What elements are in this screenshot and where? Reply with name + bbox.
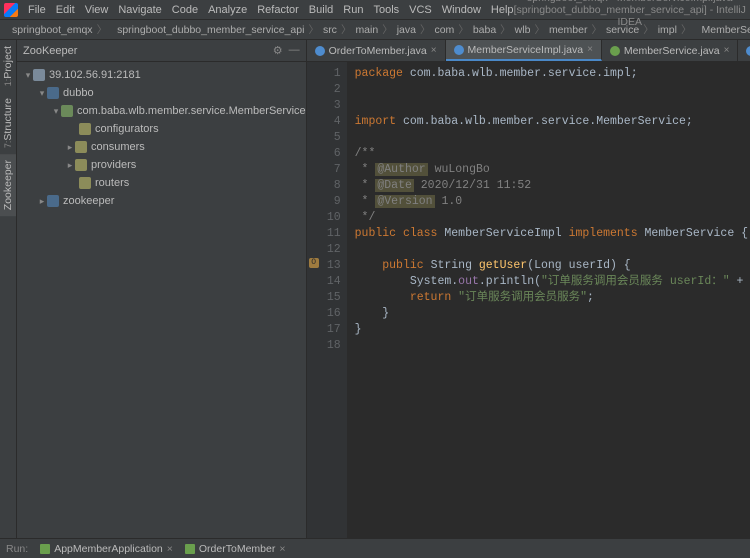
- editor-tabs: OrderToMember.java× MemberServiceImpl.ja…: [307, 40, 750, 62]
- folder-icon: [79, 123, 91, 135]
- class-icon: [746, 46, 750, 56]
- folder-icon: [75, 141, 87, 153]
- class-icon: [454, 45, 464, 55]
- left-tool-strip: 1:Project 7:Structure Zookeeper: [0, 40, 17, 538]
- crumb-root[interactable]: springboot_emqx: [12, 24, 93, 36]
- tool-tab-structure[interactable]: 7:Structure: [0, 92, 16, 154]
- override-gutter-icon[interactable]: O: [309, 258, 319, 268]
- run-icon: [185, 544, 195, 554]
- tool-tab-zookeeper[interactable]: Zookeeper: [0, 154, 16, 216]
- tree-dubbo[interactable]: ▾dubbo: [17, 84, 306, 102]
- tool-tab-project[interactable]: 1:Project: [0, 40, 16, 92]
- host-icon: [33, 69, 45, 81]
- crumb-src[interactable]: src: [323, 24, 337, 36]
- crumb-com[interactable]: com: [434, 24, 454, 36]
- run-label: Run:: [6, 543, 28, 555]
- crumb-impl[interactable]: impl: [658, 24, 677, 36]
- crumb-module[interactable]: springboot_dubbo_member_service_api: [117, 24, 304, 36]
- crumb-class[interactable]: MemberServiceImpl: [701, 24, 750, 36]
- class-icon: [315, 46, 325, 56]
- menu-file[interactable]: File: [28, 4, 46, 16]
- crumb-main[interactable]: main: [355, 24, 378, 36]
- zookeeper-tool-window: ZooKeeper ⚙ — ▾39.102.56.91:2181 ▾dubbo …: [17, 40, 307, 538]
- bottom-bar: Run: AppMemberApplication× OrderToMember…: [0, 538, 750, 558]
- tab-member-service-impl[interactable]: MemberServiceImpl.java×: [446, 40, 602, 61]
- menu-window[interactable]: Window: [442, 4, 481, 16]
- tree-host[interactable]: ▾39.102.56.91:2181: [17, 66, 306, 84]
- crumb-member[interactable]: member: [549, 24, 588, 36]
- tab-app-member-application[interactable]: AppMemberApplication.java×: [738, 40, 750, 61]
- crumb-baba[interactable]: baba: [473, 24, 496, 36]
- run-config-app-member[interactable]: AppMemberApplication×: [40, 543, 173, 555]
- crumb-wlb[interactable]: wlb: [515, 24, 531, 36]
- menu-code[interactable]: Code: [172, 4, 198, 16]
- tool-window-title: ZooKeeper: [23, 45, 77, 57]
- folder-icon: [61, 105, 73, 117]
- tree-consumers[interactable]: ▸consumers: [17, 138, 306, 156]
- breadcrumb: springboot_emqx〉 springboot_dubbo_member…: [0, 20, 750, 40]
- tree-providers[interactable]: ▸providers: [17, 156, 306, 174]
- tree-zookeeper-node[interactable]: ▸zookeeper: [17, 192, 306, 210]
- interface-icon: [610, 46, 620, 56]
- close-icon[interactable]: ×: [431, 45, 437, 56]
- close-icon[interactable]: ×: [587, 44, 593, 55]
- folder-icon: [75, 159, 87, 171]
- folder-icon: [47, 87, 59, 99]
- tab-order-to-member[interactable]: OrderToMember.java×: [307, 40, 446, 61]
- menu-refactor[interactable]: Refactor: [257, 4, 299, 16]
- crumb-service[interactable]: service: [606, 24, 639, 36]
- folder-icon: [47, 195, 59, 207]
- menu-analyze[interactable]: Analyze: [208, 4, 247, 16]
- crumb-java[interactable]: java: [397, 24, 416, 36]
- menu-navigate[interactable]: Navigate: [118, 4, 161, 16]
- code-content[interactable]: package com.baba.wlb.member.service.impl…: [347, 62, 750, 538]
- tree-service[interactable]: ▾com.baba.wlb.member.service.MemberServi…: [17, 102, 306, 120]
- zookeeper-tree[interactable]: ▾39.102.56.91:2181 ▾dubbo ▾com.baba.wlb.…: [17, 62, 306, 538]
- menu-build[interactable]: Build: [309, 4, 333, 16]
- menu-vcs[interactable]: VCS: [409, 4, 432, 16]
- menu-edit[interactable]: Edit: [56, 4, 75, 16]
- tree-routers[interactable]: routers: [17, 174, 306, 192]
- gear-icon[interactable]: ⚙: [273, 44, 283, 57]
- menu-tools[interactable]: Tools: [373, 4, 399, 16]
- close-icon[interactable]: ×: [724, 45, 730, 56]
- hide-icon[interactable]: —: [289, 44, 300, 57]
- folder-icon: [79, 177, 91, 189]
- menu-run[interactable]: Run: [343, 4, 363, 16]
- run-icon: [40, 544, 50, 554]
- code-editor[interactable]: 123456789101112131415161718 O package co…: [307, 62, 750, 538]
- menu-view[interactable]: View: [85, 4, 109, 16]
- tab-member-service[interactable]: MemberService.java×: [602, 40, 739, 61]
- intellij-logo-icon: [4, 3, 18, 17]
- menu-help[interactable]: Help: [491, 4, 514, 16]
- line-gutter[interactable]: 123456789101112131415161718 O: [307, 62, 347, 538]
- main-menu: File Edit View Navigate Code Analyze Ref…: [4, 3, 514, 17]
- tree-configurators[interactable]: configurators: [17, 120, 306, 138]
- title-bar: File Edit View Navigate Code Analyze Ref…: [0, 0, 750, 20]
- run-config-order-to-member[interactable]: OrderToMember×: [185, 543, 286, 555]
